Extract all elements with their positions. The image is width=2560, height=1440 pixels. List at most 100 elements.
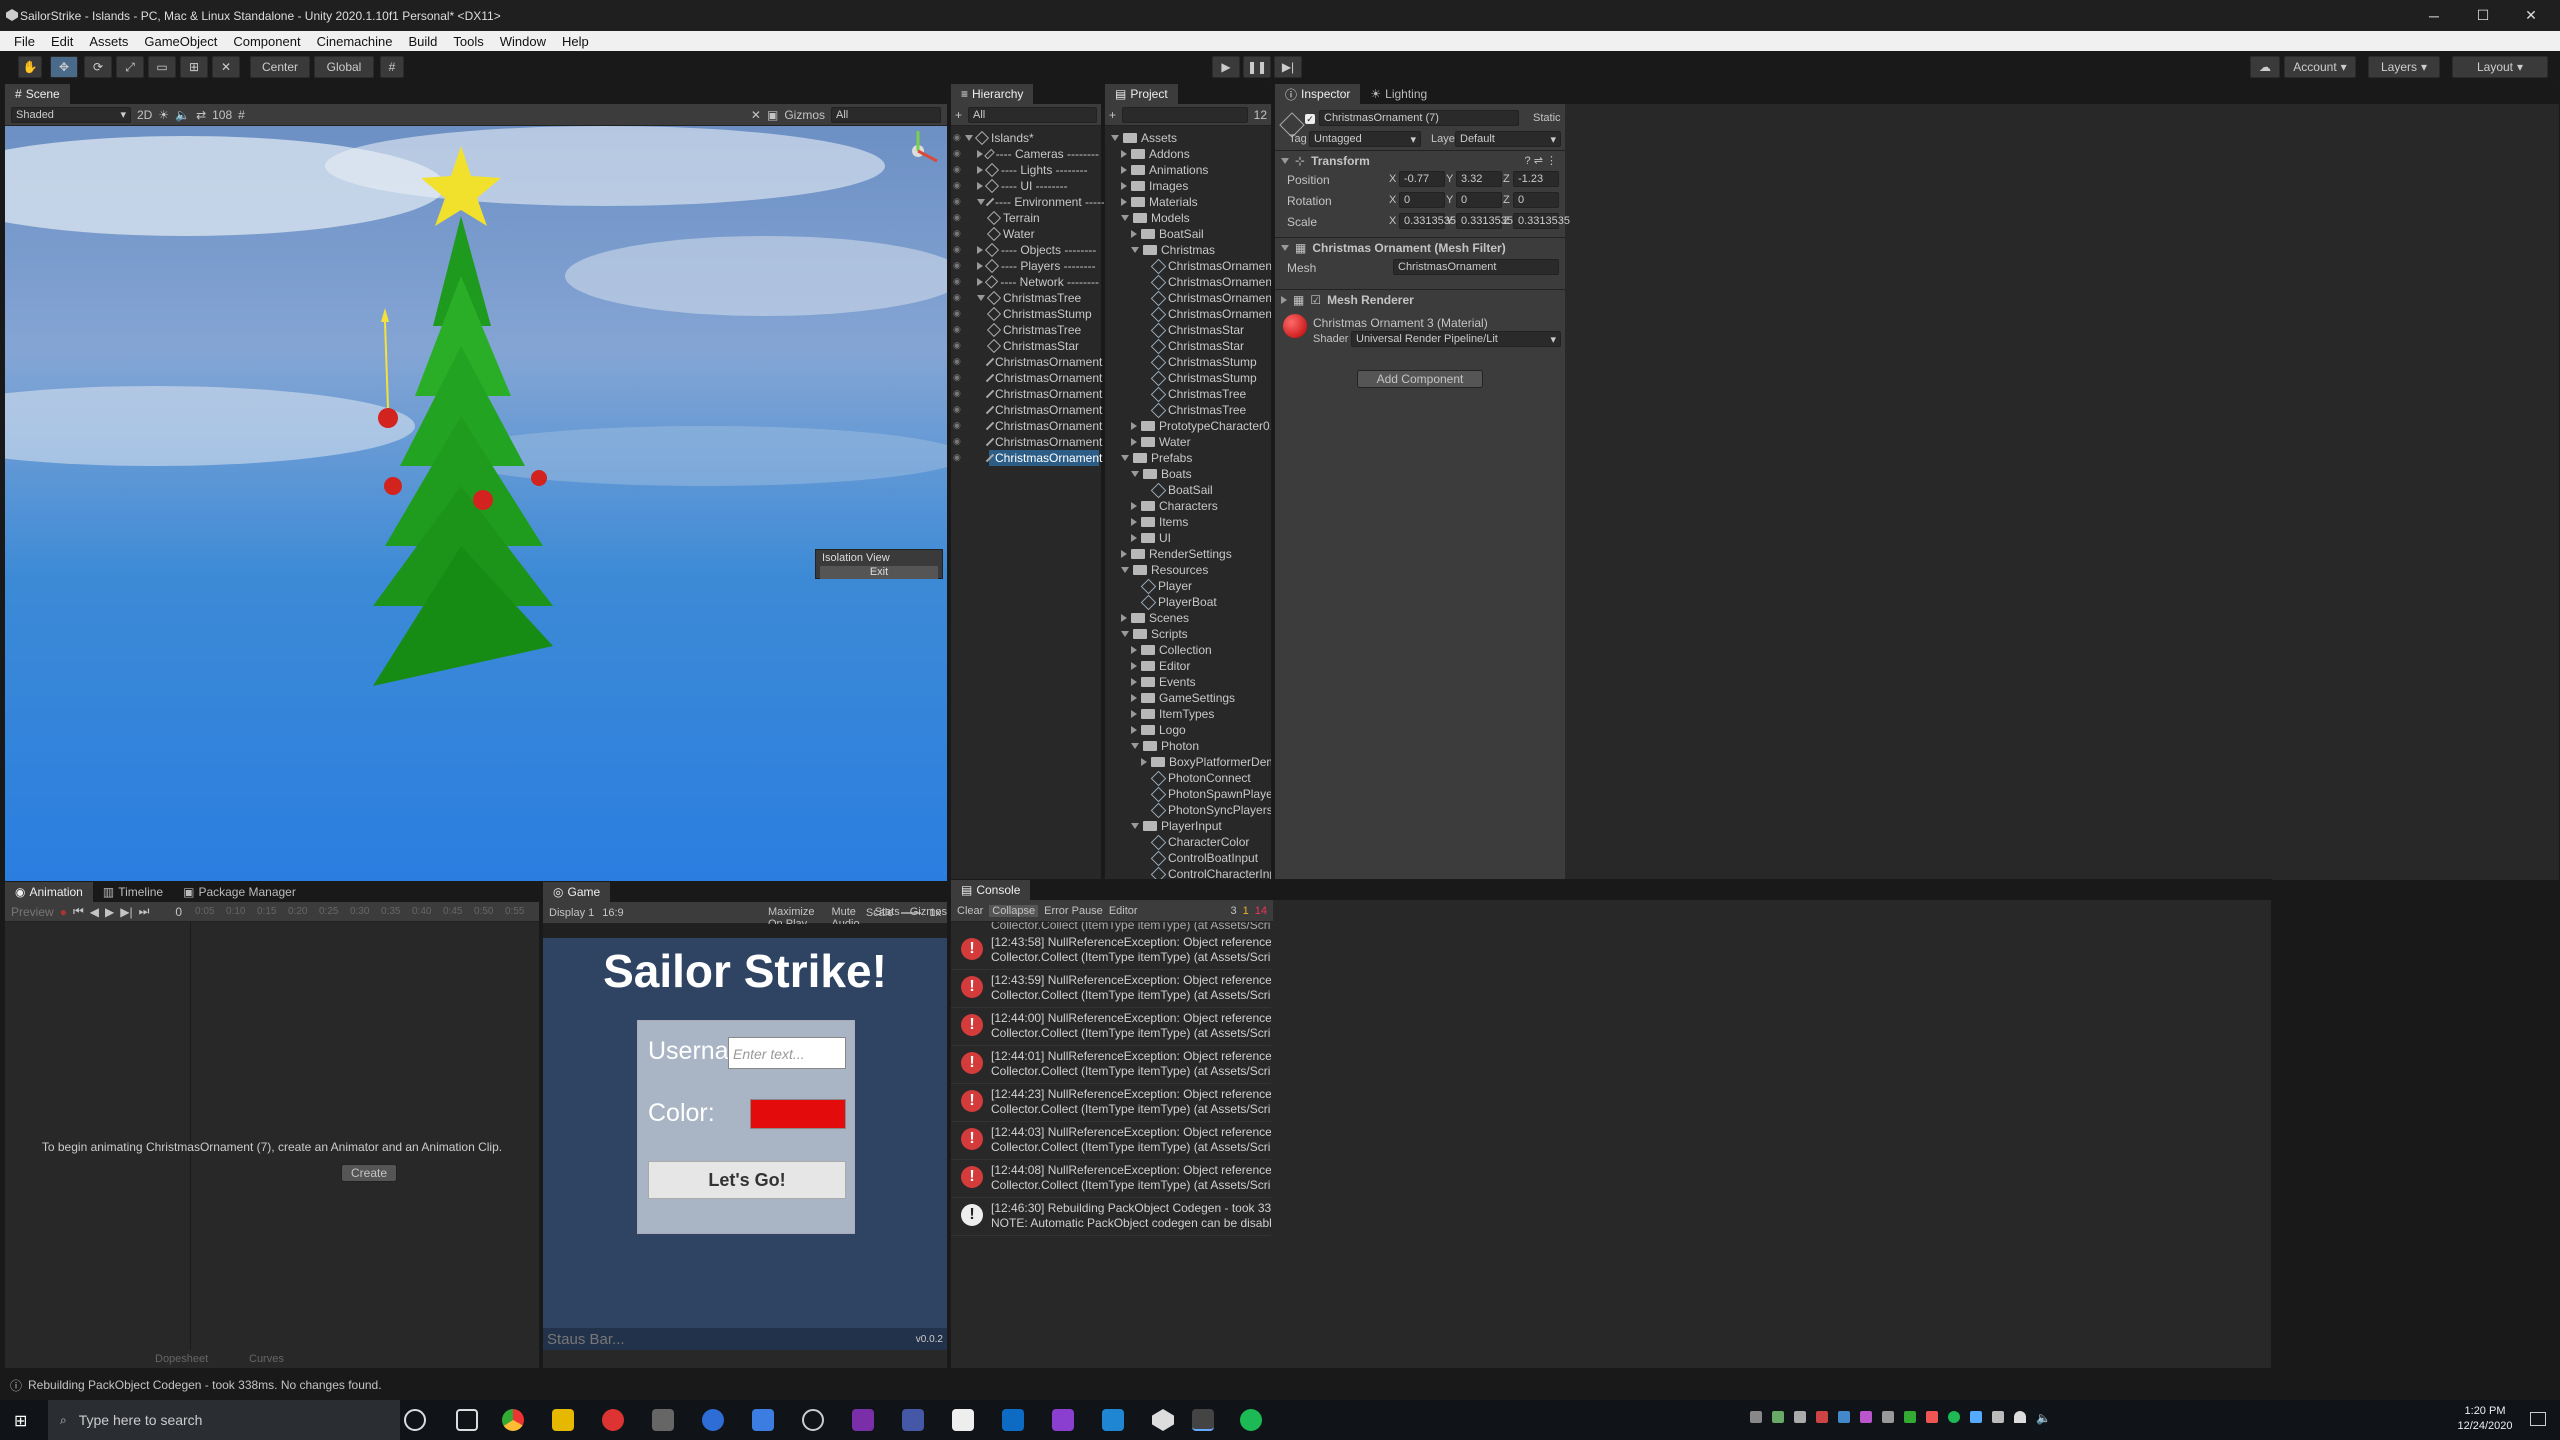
tab-timeline[interactable]: ▥ Timeline: [93, 882, 173, 902]
rotate-tool-icon[interactable]: ⟳: [84, 56, 112, 78]
project-item[interactable]: Photon: [1131, 738, 1199, 754]
expand-arrow-icon[interactable]: [1131, 438, 1137, 446]
component-menu-icon[interactable]: ? ⇌ ⋮: [1525, 154, 1565, 167]
first-keyframe-icon[interactable]: ⏮: [73, 904, 84, 919]
play-animation-icon[interactable]: ▶: [105, 905, 114, 919]
transform-header[interactable]: ⊹ Transform ? ⇌ ⋮: [1275, 150, 1565, 170]
tools-icon[interactable]: ✕: [751, 108, 761, 122]
add-component-button[interactable]: Add Component: [1357, 370, 1483, 388]
material-name[interactable]: Christmas Ornament 3 (Material): [1313, 316, 1488, 330]
project-search-input[interactable]: [1122, 106, 1248, 123]
volume-icon[interactable]: 🔈: [2036, 1411, 2051, 1429]
expand-arrow-icon[interactable]: [1121, 614, 1127, 622]
grid-snap-icon[interactable]: #: [380, 56, 404, 78]
hierarchy-item[interactable]: ChristmasOrnament (6): [985, 434, 1120, 450]
expand-arrow-icon[interactable]: [977, 246, 983, 254]
visibility-eye-icon[interactable]: ◉: [953, 372, 961, 383]
editor-dropdown[interactable]: Editor: [1109, 905, 1138, 917]
color-swatch[interactable]: [750, 1099, 846, 1129]
file-explorer-icon[interactable]: [552, 1409, 574, 1431]
project-item[interactable]: PhotonConnect: [1141, 770, 1251, 786]
expand-arrow-icon[interactable]: [1121, 215, 1129, 221]
app-red-icon[interactable]: [602, 1409, 624, 1431]
rotation-x-field[interactable]: 0: [1399, 192, 1445, 208]
collapse-toggle[interactable]: Collapse: [989, 904, 1039, 917]
rotation-y-field[interactable]: 0: [1456, 192, 1502, 208]
project-item[interactable]: ChristmasStump: [1141, 370, 1257, 386]
project-item[interactable]: ChristmasStar: [1141, 338, 1244, 354]
project-item[interactable]: Editor: [1131, 658, 1190, 674]
fx-toggle-icon[interactable]: ⇄: [196, 108, 206, 122]
notifications-icon[interactable]: [2530, 1412, 2546, 1426]
scene-search-input[interactable]: All: [831, 106, 941, 123]
preview-toggle[interactable]: Preview: [11, 905, 54, 919]
visibility-eye-icon[interactable]: ◉: [953, 452, 961, 463]
console-entry[interactable]: ! [12:44:00] NullReferenceException: Obje…: [951, 1008, 1271, 1046]
project-item[interactable]: PrototypeCharacter01: [1131, 418, 1271, 434]
visibility-eye-icon[interactable]: ◉: [953, 436, 961, 447]
tab-project[interactable]: ▤ Project: [1105, 84, 1178, 104]
project-item[interactable]: Christmas: [1131, 242, 1215, 258]
todo-icon[interactable]: [752, 1409, 774, 1431]
visibility-eye-icon[interactable]: ◉: [953, 164, 961, 175]
hierarchy-item[interactable]: ChristmasTree: [977, 290, 1099, 306]
renderer-header[interactable]: ▦ ☑ Mesh Renderer: [1275, 289, 1565, 309]
taskbar-search-box[interactable]: ⌕ Type here to search: [48, 1400, 400, 1440]
expand-arrow-icon[interactable]: [1121, 455, 1129, 461]
active-checkbox[interactable]: ✓: [1305, 114, 1315, 124]
mode-2d-toggle[interactable]: 2D: [137, 108, 152, 122]
project-item[interactable]: Assets: [1111, 130, 1177, 146]
camera-icon[interactable]: ▣: [767, 108, 778, 122]
expand-arrow-icon[interactable]: [1131, 678, 1137, 686]
play-button[interactable]: ▶: [1212, 56, 1240, 78]
expand-arrow-icon[interactable]: [1121, 631, 1129, 637]
project-item[interactable]: CharacterColor: [1141, 834, 1249, 850]
project-item[interactable]: ChristmasStar: [1141, 322, 1244, 338]
frame-field[interactable]: 0: [175, 905, 182, 919]
scale-y-field[interactable]: 0.3313535: [1456, 213, 1513, 229]
windows-start-icon[interactable]: ⊞: [14, 1411, 27, 1431]
cortana-icon[interactable]: [404, 1409, 426, 1431]
project-add-icon[interactable]: +: [1109, 108, 1116, 122]
visibility-eye-icon[interactable]: ◉: [953, 324, 961, 335]
shader-dropdown[interactable]: Universal Render Pipeline/Lit ▾: [1351, 331, 1561, 347]
menu-assets[interactable]: Assets: [81, 34, 136, 49]
layout-dropdown[interactable]: Layout ▾: [2452, 56, 2548, 78]
expand-arrow-icon[interactable]: [1131, 534, 1137, 542]
project-item[interactable]: Scenes: [1121, 610, 1189, 626]
project-item[interactable]: GameSettings: [1131, 690, 1235, 706]
project-item[interactable]: ChristmasTree: [1141, 402, 1246, 418]
tab-inspector[interactable]: ⓘ Inspector: [1275, 84, 1361, 104]
hierarchy-item[interactable]: ChristmasTree: [986, 322, 1099, 338]
project-item[interactable]: RenderSettings: [1121, 546, 1232, 562]
project-item[interactable]: BoatSail: [1131, 226, 1204, 242]
meshfilter-header[interactable]: ▦ Christmas Ornament (Mesh Filter): [1275, 237, 1565, 257]
project-item[interactable]: Prefabs: [1121, 450, 1192, 466]
tab-package-manager[interactable]: ▣ Package Manager: [173, 882, 306, 902]
project-item[interactable]: PhotonSyncPlayers: [1141, 802, 1271, 818]
expand-arrow-icon[interactable]: [977, 166, 983, 174]
isolation-exit-button[interactable]: Exit: [820, 566, 938, 579]
hierarchy-item[interactable]: Terrain: [986, 210, 1099, 226]
project-item[interactable]: Scripts: [1121, 626, 1188, 642]
project-item[interactable]: ChristmasStump: [1141, 354, 1257, 370]
spotify-icon[interactable]: [1240, 1409, 1262, 1431]
visibility-eye-icon[interactable]: ◉: [953, 132, 961, 143]
chrome-icon[interactable]: [502, 1409, 524, 1431]
pause-button[interactable]: ❚❚: [1243, 56, 1271, 78]
hierarchy-item[interactable]: ---- Environment --------: [977, 194, 1117, 210]
gizmos-dropdown[interactable]: Gizmos: [784, 108, 825, 122]
tray-icon[interactable]: [1992, 1411, 2004, 1423]
console-entry[interactable]: ! [12:43:59] NullReferenceException: Obje…: [951, 970, 1271, 1008]
audio-toggle-icon[interactable]: 🔈: [175, 108, 190, 122]
expand-arrow-icon[interactable]: [1131, 422, 1137, 430]
expand-arrow-icon[interactable]: [1131, 710, 1137, 718]
tray-icon[interactable]: [1838, 1411, 1850, 1423]
expand-arrow-icon[interactable]: [977, 295, 985, 301]
hierarchy-item[interactable]: ChristmasStar: [986, 338, 1099, 354]
expand-arrow-icon[interactable]: [1121, 198, 1127, 206]
pivot-center-button[interactable]: Center: [250, 56, 310, 78]
expand-arrow-icon[interactable]: [977, 150, 983, 158]
tray-icon[interactable]: [1904, 1411, 1916, 1423]
account-dropdown[interactable]: Account ▾: [2284, 56, 2356, 78]
